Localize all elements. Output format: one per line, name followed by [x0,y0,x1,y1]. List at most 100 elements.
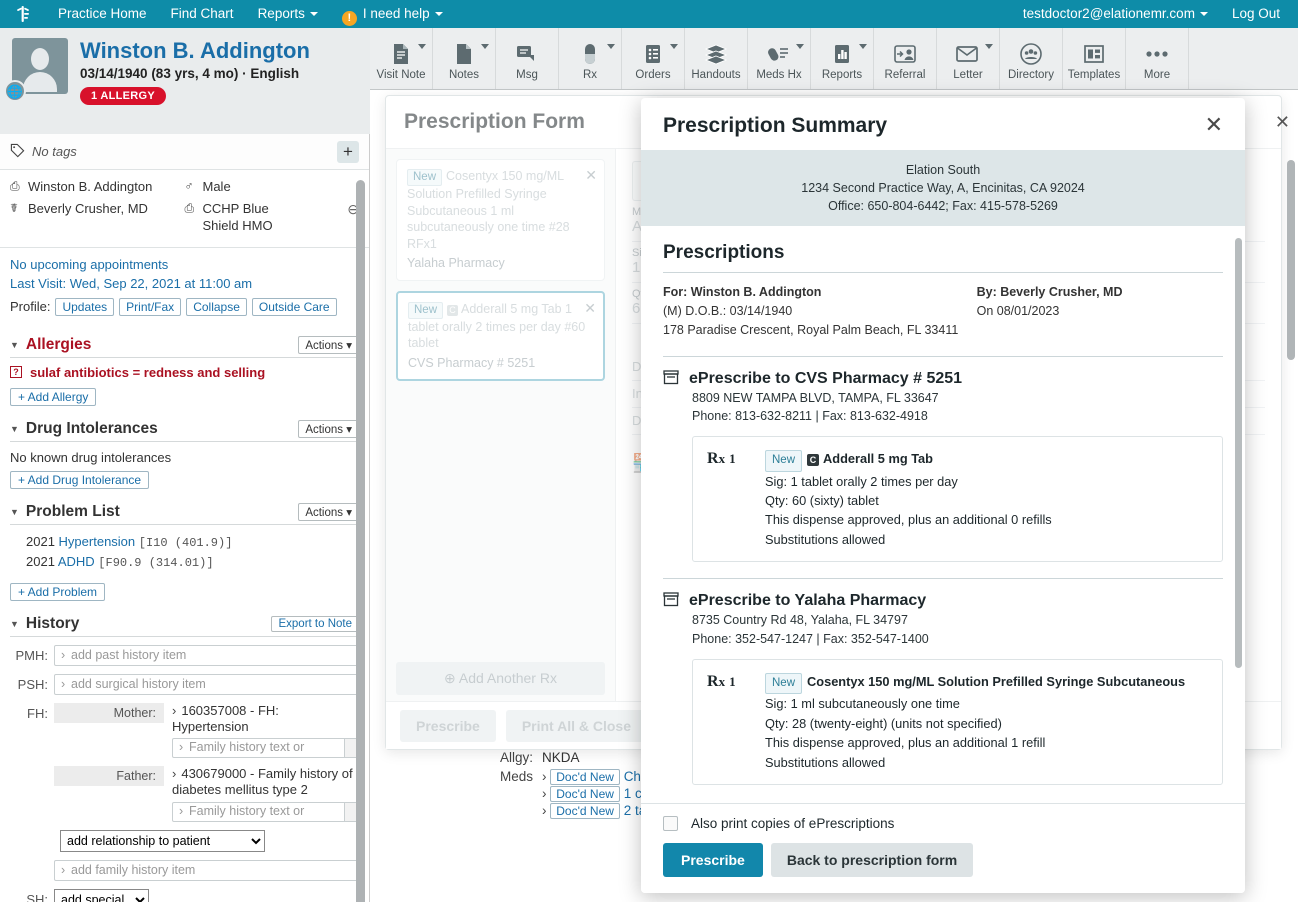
tag-icon [10,143,25,161]
prescription-form-scrollbar[interactable] [1287,160,1295,360]
profile-outside-care-button[interactable]: Outside Care [252,298,337,316]
form-prescribe-button[interactable]: Prescribe [400,710,496,742]
fh-input-father[interactable]: Family history text or [172,802,359,822]
fh-label-spacer [10,766,54,769]
for-column: For: Winston B. Addington (M) D.O.B.: 03… [663,283,977,339]
fh-entry-mother-text[interactable]: 160357008 - FH: Hypertension [172,703,279,734]
chevron-down-icon[interactable] [481,44,489,49]
logout-link[interactable]: Log Out [1220,0,1298,28]
toolbar-directory[interactable]: Directory [1000,28,1063,89]
form-print-all-close-button[interactable]: Print All & Close [506,710,647,742]
fh-entry-father-text[interactable]: 430679000 - Family history of diabetes m… [172,766,353,797]
profile-updates-button[interactable]: Updates [55,298,114,316]
prescribe-button[interactable]: Prescribe [663,843,763,877]
pmh-input[interactable]: add past history item [54,645,359,666]
rx-card-adderall[interactable]: ✕ NewCAdderall 5 mg Tab 1 tablet orally … [396,291,605,382]
add-family-history-input[interactable]: add family history item [54,860,359,881]
close-icon[interactable]: ✕ [1205,114,1223,136]
print-copies-row[interactable]: Also print copies of ePrescriptions [663,816,1223,831]
toolbar-meds-hx[interactable]: Meds Hx [748,28,811,89]
export-to-note-button[interactable]: Export to Note [271,616,359,632]
back-to-prescription-form-button[interactable]: Back to prescription form [771,843,973,877]
sh-select[interactable]: add special [54,889,149,902]
psh-input[interactable]: add surgical history item [54,674,359,695]
fh-input-mother[interactable]: Family history text or [172,738,359,758]
chevron-down-icon[interactable] [670,44,678,49]
remove-rx-icon[interactable]: ✕ [584,299,596,317]
problem-list-actions-button[interactable]: Actions ▾ [298,503,359,521]
toolbar-referral[interactable]: Referral [874,28,937,89]
toolbar-reports[interactable]: Reports [811,28,874,89]
add-another-rx-button[interactable]: ⊕ Add Another Rx [396,662,605,695]
history-section-header[interactable]: ▼ History Export to Note [10,611,359,637]
toolbar-item-label: Visit Note [376,69,425,81]
toolbar-templates[interactable]: Templates [1063,28,1126,89]
chevron-down-icon[interactable] [859,44,867,49]
rx-qty: Qty: 28 (twenty-eight) (units not specif… [765,714,1208,733]
allergy-item[interactable]: ? sulaf antibiotics = redness and sellin… [10,358,359,384]
nav-practice-home[interactable]: Practice Home [46,0,159,28]
psh-label: PSH: [10,674,54,692]
add-problem-button[interactable]: + Add Problem [10,583,105,601]
rx-card-cosentyx[interactable]: ✕ NewCosentyx 150 mg/ML Solution Prefill… [396,159,605,281]
add-allergy-button[interactable]: + Add Allergy [10,388,96,406]
allergies-title: Allergies [26,336,91,354]
profile-printfax-button[interactable]: Print/Fax [119,298,181,316]
chevron-down-icon: ▼ [10,507,19,517]
patient-sidebar: No tags + ⎙ Winston B. Addington ☤ Bever… [0,134,370,902]
person-arrow-icon [893,41,917,67]
elation-logo-icon[interactable] [0,4,46,24]
toolbar-more[interactable]: More [1126,28,1189,89]
account-menu[interactable]: testdoctor2@elationemr.com [1011,0,1220,28]
chevron-down-icon[interactable] [796,44,804,49]
toolbar-visit-note[interactable]: Visit Note [370,28,433,89]
upcoming-appointments[interactable]: No upcoming appointments [10,255,359,275]
problem-code: [I10 (401.9)] [139,536,233,550]
chevron-down-icon[interactable] [985,44,993,49]
tags-label: No tags [32,144,77,159]
status-badge[interactable]: 1 ALLERGY [80,87,166,105]
chart-clipboard-icon [832,41,852,67]
allergies-section-header[interactable]: ▼ Allergies Actions ▾ [10,332,359,358]
info-patient-name: ⎙ Winston B. Addington [10,178,185,196]
list-item[interactable]: 2021 ADHD [F90.9 (314.01)] [10,551,359,571]
toolbar-notes[interactable]: Notes [433,28,496,89]
summary-scrollbar[interactable] [1235,238,1242,668]
problem-list-section-header[interactable]: ▼ Problem List Actions ▾ [10,499,359,525]
info-insurance-value: CCHP Blue Shield HMO [203,200,308,235]
summary-by-date: On 08/01/2023 [977,302,1223,321]
avatar: 🌐 [12,38,68,94]
sidebar-scrollbar[interactable] [356,180,365,902]
nav-i-need-help[interactable]: !I need help [330,0,455,28]
add-drug-intolerance-button[interactable]: + Add Drug Intolerance [10,471,149,489]
toolbar-letter[interactable]: Letter [937,28,1000,89]
globe-icon: 🌐 [4,80,26,102]
patient-prescriber-block: For: Winston B. Addington (M) D.O.B.: 03… [663,283,1223,339]
chevron-down-icon [1200,12,1208,16]
docd-new-badge: Doc'd New [550,803,620,819]
envelope-icon [956,41,980,67]
toolbar-rx[interactable]: Rx [559,28,622,89]
nav-reports[interactable]: Reports [246,0,330,28]
close-prescription-form-icon[interactable]: ✕ [1275,112,1290,133]
toolbar-msg[interactable]: Msg [496,28,559,89]
intolerances-actions-button[interactable]: Actions ▾ [298,420,359,438]
problem-name[interactable]: ADHD [58,554,95,569]
profile-collapse-button[interactable]: Collapse [186,298,247,316]
intolerances-section-header[interactable]: ▼ Drug Intolerances Actions ▾ [10,416,359,442]
toolbar-orders[interactable]: Orders [622,28,685,89]
last-visit[interactable]: Last Visit: Wed, Sep 22, 2021 at 11:00 a… [10,274,359,294]
fh-relationship-select[interactable]: add relationship to patient [60,830,265,852]
problem-name[interactable]: Hypertension [59,534,136,549]
allergies-actions-button[interactable]: Actions ▾ [298,336,359,354]
remove-rx-icon[interactable]: ✕ [585,166,597,184]
print-copies-checkbox[interactable] [663,816,678,831]
chevron-down-icon[interactable] [607,44,615,49]
add-tag-button[interactable]: + [337,141,359,163]
list-item[interactable]: 2021 Hypertension [I10 (401.9)] [10,531,359,551]
chevron-down-icon[interactable] [418,44,426,49]
docd-new-badge: Doc'd New [550,786,620,802]
rx-summary-info: NewCosentyx 150 mg/ML Solution Prefilled… [765,672,1208,772]
toolbar-handouts[interactable]: Handouts [685,28,748,89]
nav-find-chart[interactable]: Find Chart [159,0,246,28]
